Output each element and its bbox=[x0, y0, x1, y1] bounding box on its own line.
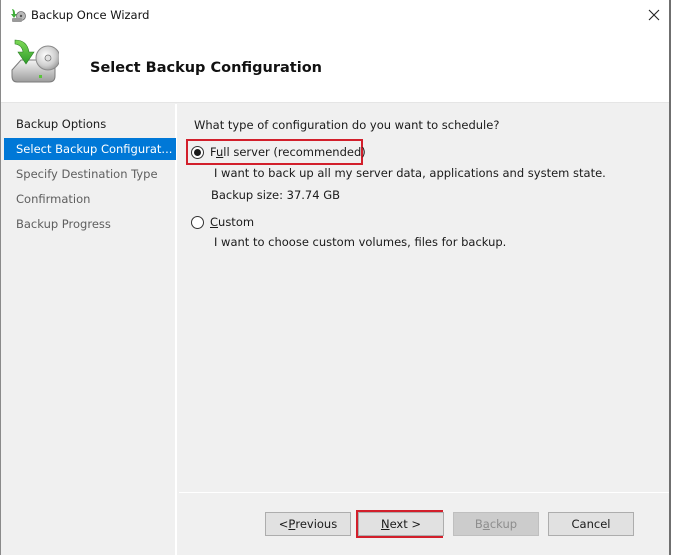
nav-step-backup-options[interactable]: Backup Options bbox=[4, 113, 176, 135]
custom-description: I want to choose custom volumes, files f… bbox=[214, 235, 507, 249]
full-server-description: I want to back up all my server data, ap… bbox=[214, 166, 606, 180]
full-server-option[interactable]: Full server (recommended) bbox=[191, 145, 366, 159]
backup-size-label: Backup size: 37.74 GB bbox=[211, 188, 341, 202]
close-icon bbox=[648, 9, 660, 21]
window-title: Backup Once Wizard bbox=[31, 8, 150, 22]
full-server-radio[interactable] bbox=[191, 145, 204, 159]
nav-step-confirmation[interactable]: Confirmation bbox=[4, 188, 176, 210]
cancel-button[interactable]: Cancel bbox=[548, 512, 634, 536]
configuration-question: What type of configuration do you want t… bbox=[194, 118, 500, 132]
backup-disk-arrow-icon bbox=[9, 38, 61, 90]
previous-button[interactable]: < Previous bbox=[265, 512, 351, 536]
wizard-steps-nav: Backup Options Select Backup Configurat.… bbox=[1, 104, 177, 555]
backup-button[interactable]: Ba ckup bbox=[453, 512, 539, 536]
nav-step-select-backup-configuration[interactable]: Select Backup Configurat... bbox=[4, 138, 176, 160]
title-bar: Backup Once Wizard bbox=[1, 0, 669, 30]
full-server-label: Full server (recommended) bbox=[210, 145, 366, 159]
page-title: Select Backup Configuration bbox=[90, 60, 322, 76]
next-button[interactable]: Next > bbox=[358, 512, 444, 536]
wizard-content: What type of configuration do you want t… bbox=[179, 104, 669, 493]
footer-divider bbox=[179, 492, 669, 493]
close-button[interactable] bbox=[639, 0, 669, 30]
custom-label: Custom bbox=[210, 215, 255, 229]
nav-step-backup-progress[interactable]: Backup Progress bbox=[4, 213, 176, 235]
wizard-header: Select Backup Configuration bbox=[1, 30, 669, 103]
wizard-window: Backup Once Wizard Select Backup Configu… bbox=[0, 0, 671, 555]
backup-disk-icon bbox=[10, 7, 26, 23]
nav-step-specify-destination-type[interactable]: Specify Destination Type bbox=[4, 163, 176, 185]
custom-radio[interactable] bbox=[191, 215, 204, 229]
custom-option[interactable]: Custom bbox=[191, 215, 254, 229]
